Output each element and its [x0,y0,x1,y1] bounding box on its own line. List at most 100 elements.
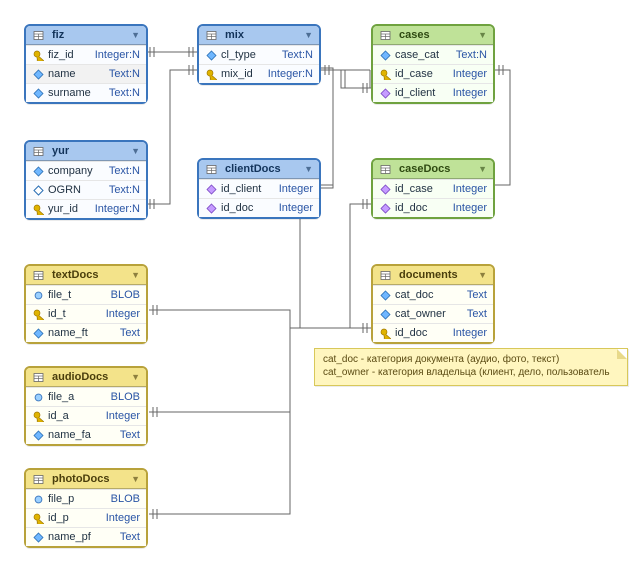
table-header[interactable]: yur ▼ [26,142,146,161]
table-title: fiz [52,28,64,42]
table-header[interactable]: documents▼ [373,266,493,285]
column-type: Text:N [109,86,140,100]
column-type: Text [467,288,487,302]
table-caseDocs[interactable]: caseDocs▼ id_caseInteger id_docInteger [371,158,495,219]
fk-diamond-icon [205,183,217,195]
column-name: case_cat [395,48,450,62]
column-type: Integer:N [268,67,313,81]
fk-diamond-icon [379,183,391,195]
column-row[interactable]: name_faText [26,425,146,444]
column-row[interactable]: id_clientInteger [373,83,493,102]
table-icon [32,371,44,383]
chevron-down-icon: ▼ [131,472,140,486]
fk-diamond-icon [379,202,391,214]
column-type: Text [467,307,487,321]
diamond-outline-icon [32,184,44,196]
diamond-icon [379,308,391,320]
diamond-icon [379,289,391,301]
table-header[interactable]: fiz▼ [26,26,146,45]
column-row[interactable]: file_tBLOB [26,285,146,304]
table-yur[interactable]: yur▼ companyText:N OGRNText:N yur_idInte… [24,140,148,220]
column-name: id_a [48,409,100,423]
diamond-icon [32,87,44,99]
table-header[interactable]: textDocs▼ [26,266,146,285]
table-header[interactable]: clientDocs▼ [199,160,319,179]
column-row[interactable]: name_pfText [26,527,146,546]
table-photoDocs[interactable]: photoDocs▼ file_pBLOB id_p Integer name_p… [24,468,148,548]
column-row[interactable]: id_caseInteger [373,179,493,198]
column-row[interactable]: file_aBLOB [26,387,146,406]
column-type: BLOB [111,390,140,404]
column-row[interactable]: id_aInteger [26,406,146,425]
table-title: clientDocs [225,162,281,176]
column-name: surname [48,86,103,100]
column-type: Text [120,428,140,442]
column-row[interactable]: id_docInteger [373,198,493,217]
table-title: audioDocs [52,370,108,384]
column-row[interactable]: companyText:N [26,161,146,180]
column-type: Integer [106,307,140,321]
column-row[interactable]: file_pBLOB [26,489,146,508]
column-type: Text:N [282,48,313,62]
table-fiz[interactable]: fiz▼ fiz_idInteger:N nameText:N surname T… [24,24,148,104]
column-name: fiz_id [48,48,89,62]
table-icon [205,163,217,175]
comment-note[interactable]: cat_doc - категория документа (аудио, фо… [314,348,628,386]
table-textDocs[interactable]: textDocs▼ file_tBLOB id_tInteger name_ft… [24,264,148,344]
table-header[interactable]: photoDocs▼ [26,470,146,489]
column-row[interactable]: fiz_idInteger:N [26,45,146,64]
column-row[interactable]: id_caseInteger [373,64,493,83]
column-type: Text [120,530,140,544]
table-clientDocs[interactable]: clientDocs▼ id_clientInteger id_docInteg… [197,158,321,219]
column-row[interactable]: name_ftText [26,323,146,342]
column-name: yur_id [48,202,89,216]
column-row[interactable]: id_p Integer [26,508,146,527]
blob-icon [32,289,44,301]
table-header[interactable]: cases▼ [373,26,493,45]
column-row[interactable]: mix_idInteger:N [199,64,319,83]
chevron-down-icon: ▼ [304,28,313,42]
column-row[interactable]: cl_type Text:N [199,45,319,64]
column-row[interactable]: nameText:N [26,64,146,83]
table-header[interactable]: caseDocs▼ [373,160,493,179]
column-type: Integer [453,182,487,196]
column-row[interactable]: cat_owner Text [373,304,493,323]
table-title: yur [52,144,69,158]
key-icon [32,203,44,215]
column-name: id_p [48,511,100,525]
table-audioDocs[interactable]: audioDocs▼ file_aBLOB id_aInteger name_f… [24,366,148,446]
column-row[interactable]: id_tInteger [26,304,146,323]
column-name: name_ft [48,326,114,340]
key-icon [32,410,44,422]
column-row[interactable]: yur_id Integer:N [26,199,146,218]
table-icon [32,473,44,485]
column-type: Integer:N [95,202,140,216]
table-title: cases [399,28,430,42]
diamond-icon [32,165,44,177]
table-header[interactable]: audioDocs▼ [26,368,146,387]
column-row[interactable]: id_docInteger [199,198,319,217]
table-title: caseDocs [399,162,450,176]
column-row[interactable]: cat_doc Text [373,285,493,304]
table-icon [32,145,44,157]
table-cases[interactable]: cases▼ case_catText:N id_caseInteger id_… [371,24,495,104]
table-icon [379,269,391,281]
table-documents[interactable]: documents▼ cat_doc Text cat_owner Text id_… [371,264,495,344]
column-type: Text:N [109,183,140,197]
column-name: cat_owner [395,307,461,321]
table-header[interactable]: mix ▼ [199,26,319,45]
column-name: cl_type [221,48,276,62]
column-row[interactable]: id_clientInteger [199,179,319,198]
table-title: mix [225,28,244,42]
column-name: cat_doc [395,288,461,302]
chevron-down-icon: ▼ [131,144,140,158]
column-row[interactable]: OGRNText:N [26,180,146,199]
column-type: Text:N [109,67,140,81]
column-row[interactable]: id_docInteger [373,323,493,342]
column-type: Integer [106,511,140,525]
column-row[interactable]: surname Text:N [26,83,146,102]
column-name: company [48,164,103,178]
diamond-icon [32,327,44,339]
table-mix[interactable]: mix ▼ cl_type Text:N mix_idInteger:N [197,24,321,85]
column-row[interactable]: case_catText:N [373,45,493,64]
